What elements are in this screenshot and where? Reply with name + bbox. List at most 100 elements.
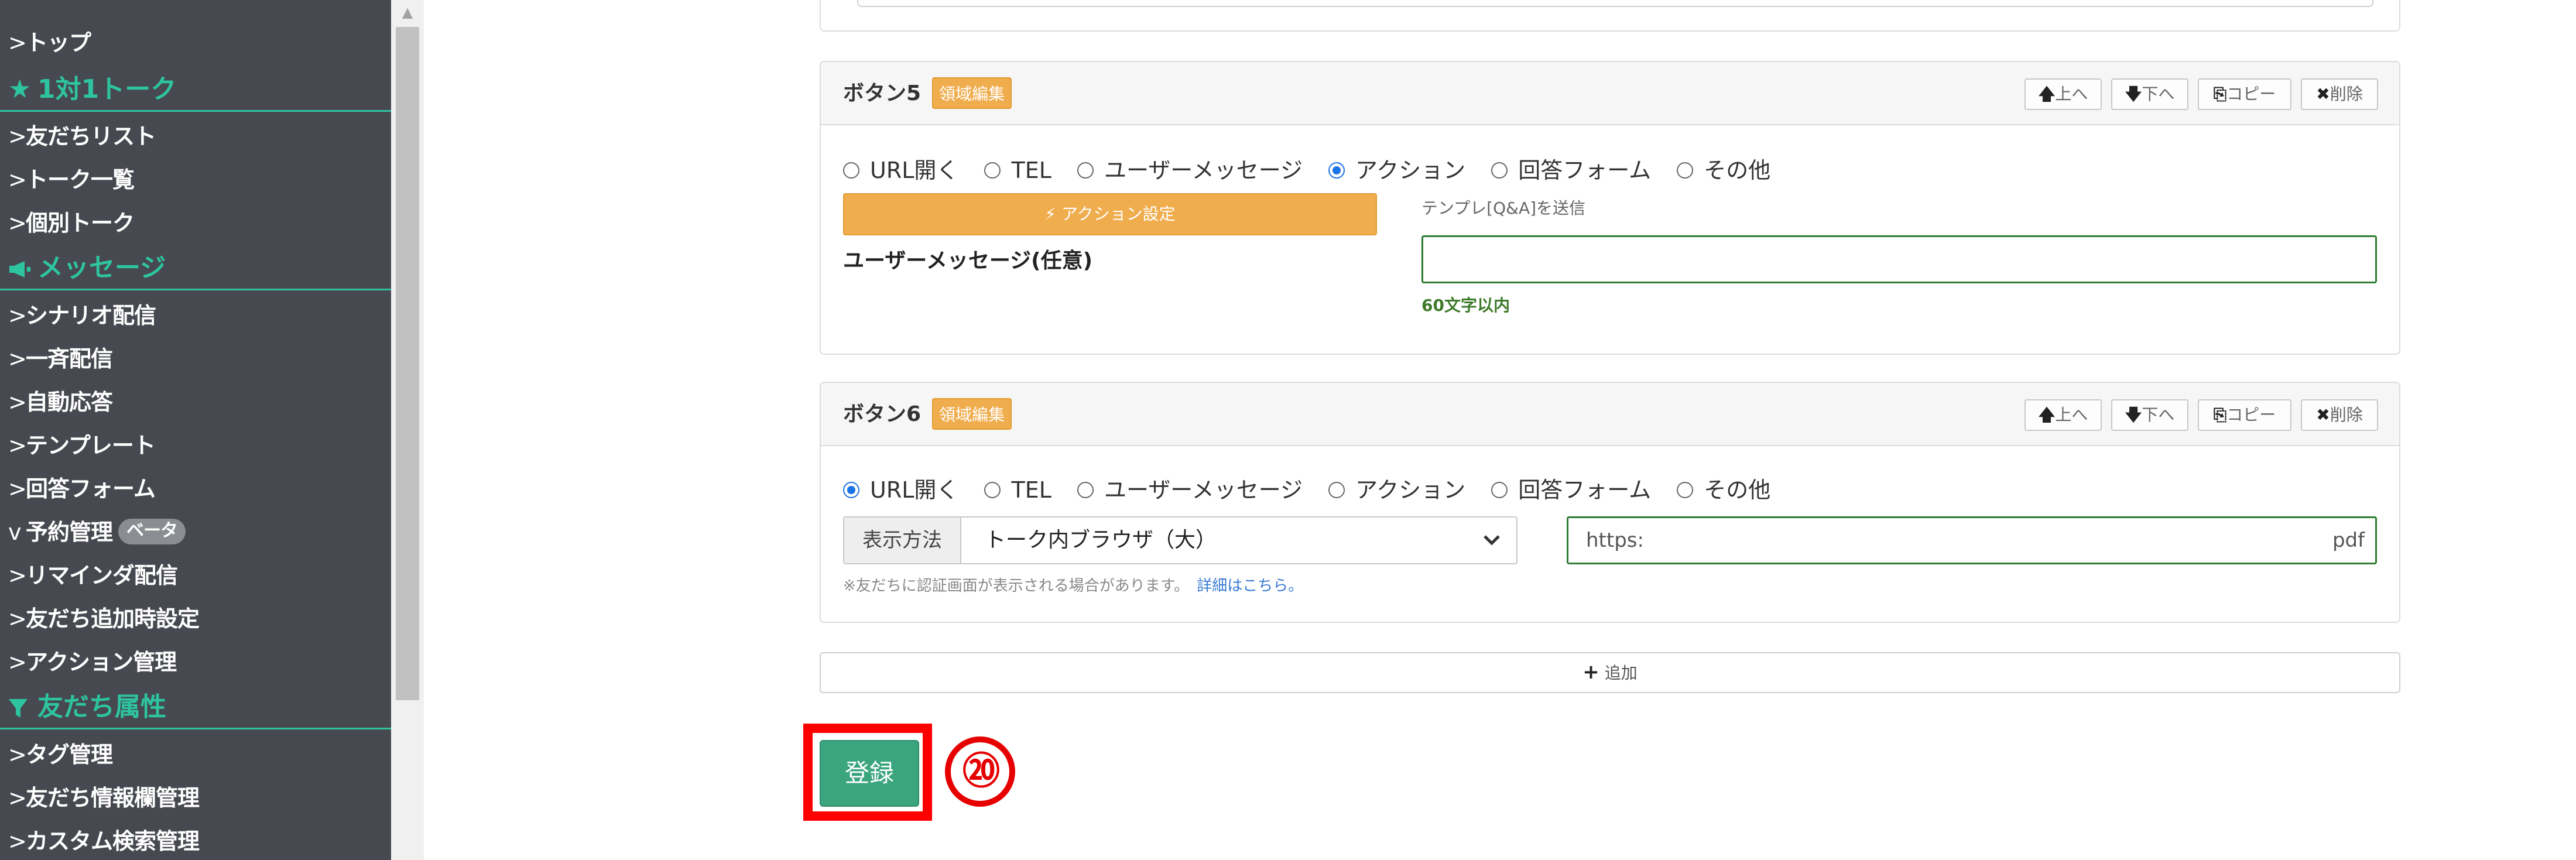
sidebar-scrollbar[interactable]: ▲ bbox=[391, 0, 424, 860]
url-input[interactable]: https: pdf bbox=[1567, 516, 2377, 564]
close-icon: ✖ bbox=[2316, 405, 2330, 424]
arrow-down-icon: 🡇 bbox=[2125, 405, 2142, 424]
chevron-down-icon bbox=[1484, 535, 1500, 546]
sidebar-item-custom-search[interactable]: >カスタム検索管理 bbox=[8, 820, 200, 860]
bolt-icon: ⚡ bbox=[1044, 204, 1057, 224]
filter-icon bbox=[8, 685, 37, 729]
panel-controls: 🡅上へ 🡇下へ ⎘コピー ✖削除 bbox=[2025, 399, 2378, 431]
sidebar-item-action-management[interactable]: >アクション管理 bbox=[8, 640, 177, 684]
user-message-input[interactable] bbox=[1421, 235, 2377, 283]
copy-button[interactable]: ⎘コピー bbox=[2198, 399, 2291, 431]
move-down-button[interactable]: 🡇下へ bbox=[2111, 399, 2188, 431]
sidebar-item-tag-management[interactable]: >タグ管理 bbox=[8, 733, 113, 776]
radio-option-user-message[interactable]: ユーザーメッセージ bbox=[1077, 156, 1303, 185]
copy-icon: ⎘ bbox=[2213, 84, 2227, 104]
previous-input-bottom bbox=[857, 0, 2373, 7]
arrow-down-icon: 🡇 bbox=[2125, 84, 2142, 104]
sidebar-item-label: リマインダ配信 bbox=[26, 563, 178, 588]
add-button[interactable]: + 追加 bbox=[820, 652, 2400, 693]
radio-option-answer-form[interactable]: 回答フォーム bbox=[1491, 156, 1651, 185]
delete-button[interactable]: ✖削除 bbox=[2301, 78, 2378, 110]
sidebar-item-label: 個別トーク bbox=[26, 210, 135, 236]
megaphone-icon bbox=[8, 246, 37, 290]
plus-icon: + bbox=[1582, 660, 1599, 684]
sidebar-item-reservation[interactable]: v 予約管理 ベータ bbox=[8, 510, 186, 554]
radio-circle[interactable] bbox=[984, 162, 1001, 179]
radio-option-action[interactable]: アクション bbox=[1328, 475, 1465, 505]
arrow-up-icon: 🡅 bbox=[2038, 84, 2056, 104]
sidebar-item-answer-form[interactable]: >回答フォーム bbox=[8, 467, 156, 510]
radio-circle-selected[interactable] bbox=[1328, 162, 1345, 179]
step-annotation: ⑳ bbox=[945, 736, 1015, 807]
sidebar-item-reminder[interactable]: >リマインダ配信 bbox=[8, 554, 178, 597]
sidebar-item-label: トップ bbox=[26, 30, 91, 56]
copy-button[interactable]: ⎘コピー bbox=[2198, 78, 2291, 110]
sidebar-item-friend-info-fields[interactable]: >友だち情報欄管理 bbox=[8, 776, 200, 820]
button5-type-options: URL開く TEL ユーザーメッセージ アクション 回答フォーム その他 bbox=[843, 156, 1789, 185]
sidebar-section-friend-attributes: 友だち属性 bbox=[0, 685, 391, 729]
sidebar-item-label: テンプレート bbox=[26, 433, 156, 458]
radio-circle[interactable] bbox=[1077, 481, 1094, 498]
sidebar-item-label: タグ管理 bbox=[26, 742, 113, 768]
sidebar-item-label: カスタム検索管理 bbox=[26, 828, 200, 854]
radio-circle-selected[interactable] bbox=[843, 481, 859, 498]
scroll-thumb[interactable] bbox=[396, 27, 419, 700]
display-method-select[interactable]: 表示方法 トーク内ブラウザ（大） bbox=[843, 516, 1517, 564]
radio-option-url[interactable]: URL開く bbox=[843, 156, 958, 185]
button5-panel-header: ボタン5 領域編集 🡅上へ 🡇下へ ⎘コピー ✖削除 bbox=[821, 62, 2399, 125]
sidebar-item-label: 予約管理 bbox=[26, 519, 113, 545]
sidebar-item-auto-reply[interactable]: >自動応答 bbox=[8, 381, 113, 424]
sidebar: >トップ ★ 1対1トーク >友だちリスト >トーク一覧 >個別トーク メッセージ… bbox=[0, 0, 391, 860]
radio-option-other[interactable]: その他 bbox=[1677, 156, 1770, 185]
sidebar-item-friend-add-settings[interactable]: >友だち追加時設定 bbox=[8, 597, 200, 640]
sidebar-item-label: 自動応答 bbox=[26, 389, 113, 415]
sidebar-item-top[interactable]: >トップ bbox=[8, 21, 91, 64]
scroll-up-arrow-icon[interactable]: ▲ bbox=[391, 0, 424, 25]
delete-button[interactable]: ✖削除 bbox=[2301, 399, 2378, 431]
radio-circle[interactable] bbox=[1677, 481, 1694, 498]
sidebar-item-friend-list[interactable]: >友だちリスト bbox=[8, 115, 156, 158]
register-button[interactable]: 登録 bbox=[820, 740, 919, 807]
close-icon: ✖ bbox=[2316, 84, 2330, 104]
sidebar-item-label: トーク一覧 bbox=[26, 167, 135, 193]
action-settings-button[interactable]: ⚡ アクション設定 bbox=[843, 193, 1377, 235]
sidebar-item-broadcast[interactable]: >一斉配信 bbox=[8, 337, 113, 381]
move-down-button[interactable]: 🡇下へ bbox=[2111, 78, 2188, 110]
radio-circle[interactable] bbox=[1328, 481, 1345, 498]
radio-circle[interactable] bbox=[1077, 162, 1094, 179]
beta-badge: ベータ bbox=[118, 518, 186, 544]
radio-option-tel[interactable]: TEL bbox=[984, 475, 1051, 505]
area-edit-button[interactable]: 領域編集 bbox=[932, 398, 1012, 430]
star-icon: ★ bbox=[8, 74, 32, 104]
sidebar-item-label: 友だち追加時設定 bbox=[26, 606, 200, 632]
radio-circle[interactable] bbox=[843, 162, 859, 179]
radio-option-answer-form[interactable]: 回答フォーム bbox=[1491, 475, 1651, 505]
radio-circle[interactable] bbox=[1677, 162, 1694, 179]
display-method-value: トーク内ブラウザ（大） bbox=[985, 528, 1217, 552]
button6-panel-header: ボタン6 領域編集 🡅上へ 🡇下へ ⎘コピー ✖削除 bbox=[821, 383, 2399, 446]
sidebar-item-individual-talk[interactable]: >個別トーク bbox=[8, 201, 135, 245]
sidebar-item-label: 友だちリスト bbox=[26, 124, 156, 149]
radio-option-action[interactable]: アクション bbox=[1328, 156, 1465, 185]
radio-circle[interactable] bbox=[1491, 481, 1508, 498]
sidebar-item-talk-list[interactable]: >トーク一覧 bbox=[8, 158, 135, 201]
auth-notice: ※友だちに認証画面が表示される場合があります。 詳細はこちら。 bbox=[843, 577, 1304, 595]
radio-option-url[interactable]: URL開く bbox=[843, 475, 958, 505]
move-up-button[interactable]: 🡅上へ bbox=[2025, 78, 2102, 110]
radio-circle[interactable] bbox=[1491, 162, 1508, 179]
char-limit-note: 60文字以内 bbox=[1421, 296, 1510, 315]
radio-option-tel[interactable]: TEL bbox=[984, 156, 1051, 185]
radio-option-user-message[interactable]: ユーザーメッセージ bbox=[1077, 475, 1303, 505]
move-up-button[interactable]: 🡅上へ bbox=[2025, 399, 2102, 431]
radio-option-other[interactable]: その他 bbox=[1677, 475, 1770, 505]
sidebar-item-template[interactable]: >テンプレート bbox=[8, 424, 156, 467]
details-link[interactable]: 詳細はこちら。 bbox=[1197, 577, 1303, 595]
arrow-up-icon: 🡅 bbox=[2038, 405, 2056, 424]
sidebar-section-message: メッセージ bbox=[0, 246, 391, 290]
area-edit-button[interactable]: 領域編集 bbox=[932, 77, 1012, 109]
sidebar-item-label: 友だち情報欄管理 bbox=[26, 785, 200, 811]
sidebar-section-1on1-talk: ★ 1対1トーク bbox=[0, 67, 391, 112]
sidebar-item-scenario[interactable]: >シナリオ配信 bbox=[8, 294, 156, 337]
panel-controls: 🡅上へ 🡇下へ ⎘コピー ✖削除 bbox=[2025, 78, 2378, 110]
radio-circle[interactable] bbox=[984, 481, 1001, 498]
